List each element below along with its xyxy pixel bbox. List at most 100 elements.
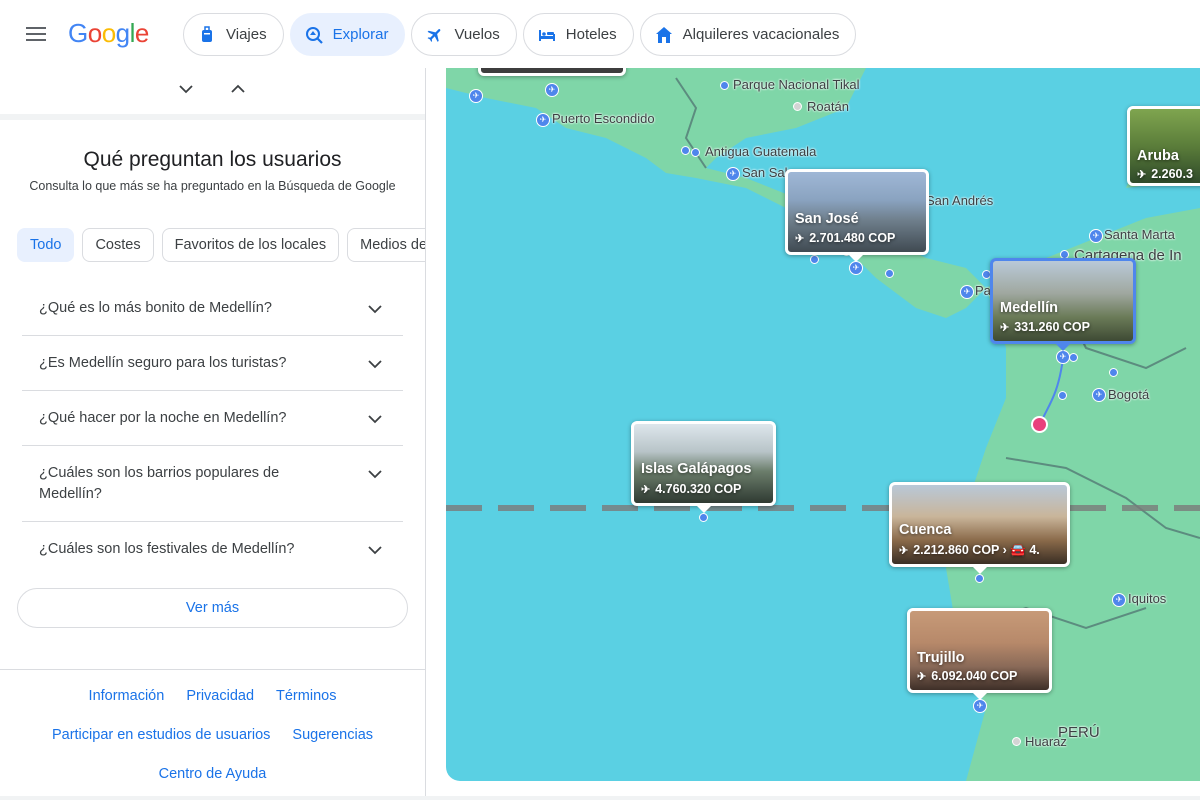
destination-name: Cuenca bbox=[899, 522, 952, 538]
chevron-down-icon[interactable] bbox=[178, 82, 194, 96]
place-dot[interactable] bbox=[720, 81, 729, 90]
map-label: Roatán bbox=[807, 99, 849, 114]
tab-label: Vuelos bbox=[454, 26, 500, 43]
destination-name: Trujillo bbox=[917, 650, 965, 666]
faq-item[interactable]: ¿Cuáles son los festivales de Medellín? bbox=[22, 522, 403, 576]
bed-icon bbox=[538, 26, 556, 44]
plane-icon: ✈ bbox=[1000, 322, 1010, 334]
destination-name: San José bbox=[795, 211, 859, 227]
card-pointer bbox=[973, 567, 987, 574]
origin-marker[interactable] bbox=[1031, 416, 1048, 433]
tab-vuelos[interactable]: Vuelos bbox=[411, 13, 517, 56]
card-pointer bbox=[849, 255, 863, 262]
footer-link-estudios[interactable]: Participar en estudios de usuarios bbox=[52, 727, 270, 743]
place-dot[interactable] bbox=[1012, 737, 1021, 746]
chevron-up-icon[interactable] bbox=[230, 82, 246, 96]
place-dot[interactable] bbox=[699, 513, 708, 522]
footer-divider bbox=[0, 669, 425, 670]
destination-card-trujillo[interactable]: Trujillo ✈ 6.092.040 COP bbox=[907, 608, 1052, 693]
place-dot[interactable] bbox=[975, 574, 984, 583]
tab-viajes[interactable]: Viajes bbox=[183, 13, 284, 56]
tab-alquileres[interactable]: Alquileres vacacionales bbox=[639, 13, 857, 56]
faq-question: ¿Cuáles son los festivales de Medellín? bbox=[39, 541, 295, 557]
airport-icon[interactable]: ✈ bbox=[1056, 350, 1070, 364]
plane-icon: ✈ bbox=[917, 671, 927, 683]
footer-link-terminos[interactable]: Términos bbox=[276, 688, 336, 704]
map-label: Santa Marta bbox=[1104, 227, 1175, 242]
google-logo[interactable]: Google bbox=[68, 18, 149, 49]
destination-price: ✈ 2.260.3 bbox=[1137, 167, 1193, 181]
airport-icon[interactable]: ✈ bbox=[1089, 229, 1103, 243]
destination-card-cuenca[interactable]: Cuenca ✈ 2.212.860 COP › 🚘 4. bbox=[889, 482, 1070, 567]
faq-item[interactable]: ¿Cuáles son los barrios populares de Med… bbox=[22, 446, 403, 522]
place-dot[interactable] bbox=[691, 148, 700, 157]
plane-icon: ✈ bbox=[899, 545, 909, 557]
faq-question: ¿Es Medellín seguro para los turistas? bbox=[39, 355, 287, 371]
airport-icon[interactable]: ✈ bbox=[1112, 593, 1126, 607]
airport-icon[interactable]: ✈ bbox=[849, 261, 863, 275]
destination-price: ✈ 6.092.040 COP bbox=[917, 669, 1018, 683]
destination-card-medellin[interactable]: Medellín ✈ 331.260 COP bbox=[990, 258, 1136, 344]
place-dot[interactable] bbox=[1109, 368, 1118, 377]
card-pointer bbox=[973, 693, 987, 700]
map-label: Parque Nacional Tikal bbox=[733, 77, 860, 92]
tab-label: Explorar bbox=[332, 26, 389, 43]
faq-question: ¿Qué hacer por la noche en Medellín? bbox=[39, 410, 287, 426]
tab-explorar[interactable]: Explorar bbox=[289, 13, 406, 56]
chip-medios[interactable]: Medios de transporte bbox=[347, 228, 425, 262]
footer-link-ayuda[interactable]: Centro de Ayuda bbox=[159, 766, 267, 782]
tab-hoteles[interactable]: Hoteles bbox=[522, 13, 634, 56]
tab-label: Alquileres vacacionales bbox=[682, 26, 840, 43]
ver-mas-button[interactable]: Ver más bbox=[17, 588, 408, 628]
chip-costes[interactable]: Costes bbox=[82, 228, 154, 262]
footer-row: Información Privacidad Términos bbox=[0, 688, 425, 704]
footer-link-privacidad[interactable]: Privacidad bbox=[186, 688, 254, 704]
car-icon: 🚘 bbox=[1010, 543, 1030, 557]
side-panel: Qué preguntan los usuarios Consulta lo q… bbox=[0, 68, 426, 800]
place-dot[interactable] bbox=[793, 102, 802, 111]
chip-todo[interactable]: Todo bbox=[17, 228, 75, 262]
footer-link-sugerencias[interactable]: Sugerencias bbox=[292, 727, 373, 743]
plane-icon bbox=[426, 26, 444, 44]
place-dot[interactable] bbox=[681, 146, 690, 155]
plane-icon: ✈ bbox=[795, 233, 805, 245]
footer-row: Centro de Ayuda bbox=[0, 766, 425, 782]
place-dot[interactable] bbox=[810, 255, 819, 264]
chip-favoritos[interactable]: Favoritos de los locales bbox=[161, 228, 340, 262]
destination-name: Aruba bbox=[1137, 148, 1179, 164]
place-dot[interactable] bbox=[1058, 391, 1067, 400]
destination-card-san-jose[interactable]: San José ✈ 2.701.480 COP bbox=[785, 169, 929, 255]
chevron-down-icon bbox=[368, 546, 382, 555]
main-menu-button[interactable] bbox=[26, 24, 50, 44]
chevron-down-icon bbox=[368, 360, 382, 369]
faq-item[interactable]: ¿Qué hacer por la noche en Medellín? bbox=[22, 391, 403, 446]
footer-link-informacion[interactable]: Información bbox=[89, 688, 165, 704]
airport-icon[interactable]: ✈ bbox=[960, 285, 974, 299]
explore-map[interactable]: Parque Nacional Tikal Roatán ✈ ✈ ✈ Puert… bbox=[446, 68, 1200, 781]
faq-item[interactable]: ¿Qué es lo más bonito de Medellín? bbox=[22, 281, 403, 336]
top-bar: Google Viajes Explorar Vuelos Hoteles Al… bbox=[0, 0, 1200, 68]
horizontal-scrollbar[interactable] bbox=[0, 796, 1200, 800]
filter-chips: Todo Costes Favoritos de los locales Med… bbox=[17, 228, 425, 262]
airport-icon[interactable]: ✈ bbox=[545, 83, 559, 97]
place-dot[interactable] bbox=[1069, 353, 1078, 362]
chevron-down-icon bbox=[368, 415, 382, 424]
destination-name: Islas Galápagos bbox=[641, 461, 752, 477]
airport-icon[interactable]: ✈ bbox=[536, 113, 550, 127]
airport-icon[interactable]: ✈ bbox=[469, 89, 483, 103]
place-dot[interactable] bbox=[885, 269, 894, 278]
airport-icon[interactable]: ✈ bbox=[1092, 388, 1106, 402]
faq-item[interactable]: ¿Es Medellín seguro para los turistas? bbox=[22, 336, 403, 391]
destination-card[interactable] bbox=[478, 68, 626, 76]
airport-icon[interactable]: ✈ bbox=[973, 699, 987, 713]
destination-card-galapagos[interactable]: Islas Galápagos ✈ 4.760.320 COP bbox=[631, 421, 776, 506]
destination-card-aruba[interactable]: Aruba ✈ 2.260.3 bbox=[1127, 106, 1200, 186]
footer-row: Participar en estudios de usuarios Suger… bbox=[0, 727, 425, 743]
airport-icon[interactable]: ✈ bbox=[726, 167, 740, 181]
travel-tabs: Viajes Explorar Vuelos Hoteles Alquilere… bbox=[183, 13, 857, 56]
map-label: Iquitos bbox=[1128, 591, 1167, 606]
destination-price: ✈ 2.701.480 COP bbox=[795, 231, 896, 245]
luggage-icon bbox=[198, 25, 216, 44]
map-label: Puerto Escondido bbox=[552, 111, 655, 126]
map-label: Bogotá bbox=[1108, 387, 1150, 402]
